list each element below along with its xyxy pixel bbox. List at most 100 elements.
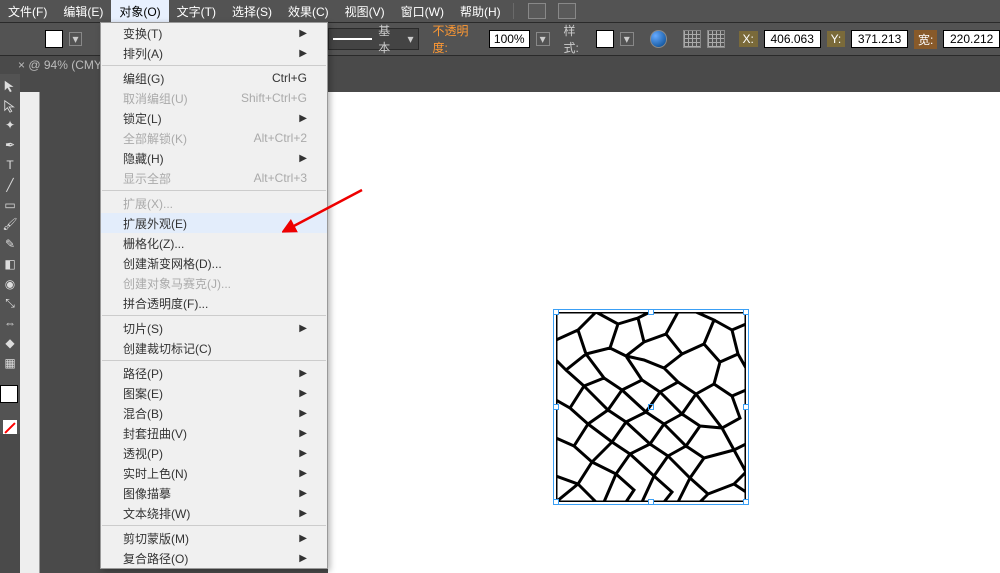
menu-item: 显示全部Alt+Ctrl+3 bbox=[101, 168, 327, 188]
handle-bottom-right[interactable] bbox=[743, 499, 749, 505]
fill-dropdown-icon[interactable]: ▾ bbox=[69, 32, 83, 46]
menu-view[interactable]: 视图(V) bbox=[337, 0, 393, 22]
menu-item: 取消编组(U)Shift+Ctrl+G bbox=[101, 88, 327, 108]
eraser-tool-icon[interactable]: ◧ bbox=[2, 256, 18, 272]
handle-bottom[interactable] bbox=[648, 499, 654, 505]
menu-item: 全部解锁(K)Alt+Ctrl+2 bbox=[101, 128, 327, 148]
vertical-ruler bbox=[20, 92, 40, 573]
menu-divider bbox=[102, 360, 326, 361]
stroke-style-box[interactable]: 基本 ▾ bbox=[328, 28, 418, 50]
style-label: 样式: bbox=[564, 22, 591, 56]
pen-tool-icon[interactable]: ✒ bbox=[2, 137, 18, 153]
menu-item-label: 图像描摹 bbox=[123, 485, 171, 502]
bridge-icon[interactable] bbox=[528, 3, 546, 19]
document-tab[interactable]: × @ 94% (CMYK bbox=[18, 58, 110, 72]
handle-bottom-left[interactable] bbox=[553, 499, 559, 505]
direct-select-tool-icon[interactable] bbox=[2, 98, 18, 114]
handle-top[interactable] bbox=[648, 309, 654, 315]
menu-object[interactable]: 对象(O) bbox=[111, 0, 168, 22]
menu-item[interactable]: 复合路径(O)▶ bbox=[101, 548, 327, 568]
menu-effect[interactable]: 效果(C) bbox=[280, 0, 337, 22]
stroke-label: 基本 bbox=[378, 22, 401, 56]
menu-item-shortcut: Shift+Ctrl+G bbox=[241, 91, 307, 105]
menu-item[interactable]: 扩展外观(E) bbox=[101, 213, 327, 233]
menu-item[interactable]: 创建渐变网格(D)... bbox=[101, 253, 327, 273]
align-icon[interactable] bbox=[683, 30, 701, 48]
menu-item[interactable]: 图案(E)▶ bbox=[101, 383, 327, 403]
y-input[interactable]: 371.213 bbox=[851, 30, 908, 48]
arrange-icon[interactable] bbox=[558, 3, 576, 19]
shape-builder-icon[interactable]: ◆ bbox=[2, 335, 18, 351]
type-tool-icon[interactable]: T bbox=[2, 157, 18, 173]
menu-item[interactable]: 文本绕排(W)▶ bbox=[101, 503, 327, 523]
rotate-tool-icon[interactable]: ◉ bbox=[2, 276, 18, 292]
menu-item[interactable]: 排列(A)▶ bbox=[101, 43, 327, 63]
style-swatch[interactable] bbox=[596, 30, 614, 48]
menu-window[interactable]: 窗口(W) bbox=[393, 0, 452, 22]
menu-help[interactable]: 帮助(H) bbox=[452, 0, 509, 22]
handle-left[interactable] bbox=[553, 404, 559, 410]
menu-item-label: 文本绕排(W) bbox=[123, 505, 190, 522]
menu-item[interactable]: 透视(P) ▶ bbox=[101, 443, 327, 463]
opacity-input[interactable]: 100% bbox=[489, 30, 530, 48]
menu-file[interactable]: 文件(F) bbox=[0, 0, 55, 22]
menu-item[interactable]: 拼合透明度(F)... bbox=[101, 293, 327, 313]
menu-item-label: 栅格化(Z)... bbox=[123, 235, 184, 252]
handle-top-left[interactable] bbox=[553, 309, 559, 315]
menu-type[interactable]: 文字(T) bbox=[169, 0, 224, 22]
menu-item[interactable]: 栅格化(Z)... bbox=[101, 233, 327, 253]
transform-icon[interactable] bbox=[707, 30, 725, 48]
menu-item[interactable]: 图像描摹▶ bbox=[101, 483, 327, 503]
menu-item[interactable]: 路径(P)▶ bbox=[101, 363, 327, 383]
w-input[interactable]: 220.212 bbox=[943, 30, 1000, 48]
fill-swatch[interactable] bbox=[45, 30, 63, 48]
menu-item[interactable]: 剪切蒙版(M)▶ bbox=[101, 528, 327, 548]
rect-tool-icon[interactable]: ▭ bbox=[2, 197, 18, 213]
menu-item[interactable]: 切片(S)▶ bbox=[101, 318, 327, 338]
menu-item[interactable]: 实时上色(N)▶ bbox=[101, 463, 327, 483]
menu-divider bbox=[102, 190, 326, 191]
submenu-arrow-icon: ▶ bbox=[299, 448, 307, 459]
menu-item[interactable]: 混合(B)▶ bbox=[101, 403, 327, 423]
menu-item-shortcut: Alt+Ctrl+3 bbox=[254, 171, 307, 185]
submenu-arrow-icon: ▶ bbox=[299, 553, 307, 564]
menu-item-label: 透视(P) bbox=[123, 445, 163, 462]
menu-item[interactable]: 隐藏(H) ▶ bbox=[101, 148, 327, 168]
chevron-down-icon: ▾ bbox=[408, 32, 414, 46]
line-tool-icon[interactable]: ╱ bbox=[2, 177, 18, 193]
menu-item[interactable]: 锁定(L)▶ bbox=[101, 108, 327, 128]
menu-item[interactable]: 创建裁切标记(C) bbox=[101, 338, 327, 358]
menu-item-label: 实时上色(N) bbox=[123, 465, 188, 482]
canvas[interactable] bbox=[328, 92, 1000, 573]
menu-item[interactable]: 编组(G)Ctrl+G bbox=[101, 68, 327, 88]
gradient-tool-icon[interactable]: ▦ bbox=[2, 355, 18, 371]
menu-item-label: 创建裁切标记(C) bbox=[123, 340, 212, 357]
menu-divider bbox=[102, 65, 326, 66]
brush-tool-icon[interactable]: 🖌 bbox=[2, 216, 18, 232]
globe-icon[interactable] bbox=[650, 30, 668, 48]
selection-tool-icon[interactable] bbox=[2, 78, 18, 94]
menu-select[interactable]: 选择(S) bbox=[224, 0, 280, 22]
pencil-tool-icon[interactable]: ✎ bbox=[2, 236, 18, 252]
handle-top-right[interactable] bbox=[743, 309, 749, 315]
menu-edit[interactable]: 编辑(E) bbox=[55, 0, 111, 22]
menu-divider bbox=[102, 315, 326, 316]
style-dropdown-icon[interactable]: ▾ bbox=[620, 32, 634, 46]
submenu-arrow-icon: ▶ bbox=[299, 153, 307, 164]
selected-artwork[interactable] bbox=[556, 312, 746, 502]
wand-tool-icon[interactable]: ✦ bbox=[2, 118, 18, 134]
width-tool-icon[interactable]: ⇔ bbox=[2, 315, 18, 331]
none-color-icon[interactable] bbox=[3, 420, 17, 434]
menu-item-label: 排列(A) bbox=[123, 45, 163, 62]
handle-right[interactable] bbox=[743, 404, 749, 410]
fill-stroke-icon[interactable] bbox=[2, 387, 18, 403]
menu-item[interactable]: 变换(T)▶ bbox=[101, 23, 327, 43]
scale-tool-icon[interactable]: ⤡ bbox=[2, 296, 18, 312]
x-input[interactable]: 406.063 bbox=[764, 30, 821, 48]
menu-item: 扩展(X)... bbox=[101, 193, 327, 213]
menu-item-label: 隐藏(H) bbox=[123, 150, 164, 167]
menu-item-label: 变换(T) bbox=[123, 25, 162, 42]
menu-item[interactable]: 封套扭曲(V)▶ bbox=[101, 423, 327, 443]
opacity-dropdown-icon[interactable]: ▾ bbox=[536, 32, 550, 46]
menu-item-label: 封套扭曲(V) bbox=[123, 425, 187, 442]
